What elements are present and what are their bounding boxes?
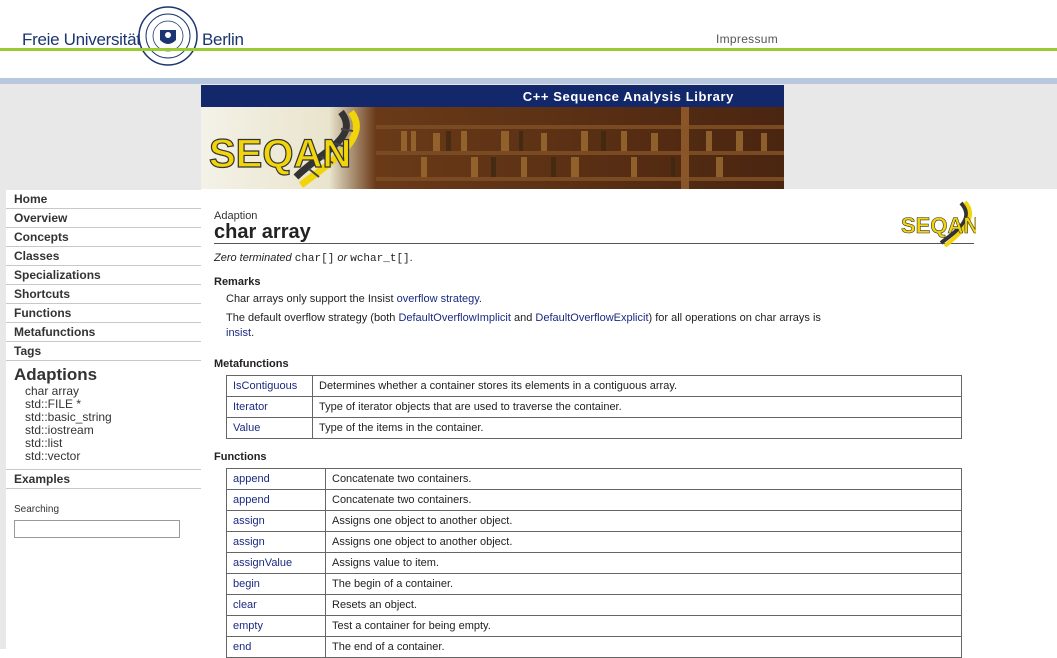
summary-code1: char[] xyxy=(294,253,335,265)
banner-image: SEQAN xyxy=(201,107,784,189)
overflow-strategy-link[interactable]: overflow strategy xyxy=(397,293,479,305)
function-name[interactable]: end xyxy=(226,636,326,658)
seqan-banner: C++ Sequence Analysis Library SEQAN xyxy=(201,85,784,189)
seqan-logo-text: SEQAN xyxy=(209,132,351,176)
function-description: Test a container for being empty. xyxy=(325,615,962,637)
summary-part2: or xyxy=(337,252,348,264)
remarks-line2-text: The default overflow strategy (both xyxy=(226,312,396,324)
nav-heading-adaptions[interactable]: Adaptions xyxy=(6,361,201,385)
table-row: assign Assigns one object to another obje… xyxy=(226,531,962,553)
search-input[interactable] xyxy=(14,520,180,538)
table-row: clear Resets an object. xyxy=(226,594,962,616)
function-name[interactable]: assignValue xyxy=(226,552,326,574)
search-label: Searching xyxy=(14,504,60,515)
bookshelf-image-icon: SEQAN xyxy=(201,107,784,189)
summary-text: Zero terminated char[] or wchar_t[]. xyxy=(214,252,413,265)
function-name[interactable]: assign xyxy=(226,531,326,553)
table-row: append Concatenate two containers. xyxy=(226,489,962,511)
function-name[interactable]: append xyxy=(226,468,326,490)
functions-heading: Functions xyxy=(214,451,267,463)
impressum-link[interactable]: Impressum xyxy=(716,32,778,46)
nav-item-shortcuts[interactable]: Shortcuts xyxy=(6,285,201,304)
page-title: char array xyxy=(214,221,311,243)
function-description: Concatenate two containers. xyxy=(325,489,962,511)
header-green-line xyxy=(0,48,1057,51)
metafunction-name[interactable]: IsContiguous xyxy=(226,375,313,397)
nav-item-functions[interactable]: Functions xyxy=(6,304,201,323)
nav-item-specializations[interactable]: Specializations xyxy=(6,266,201,285)
table-row: assign Assigns one object to another obje… xyxy=(226,510,962,532)
nav-item-concepts[interactable]: Concepts xyxy=(6,228,201,247)
table-row: end The end of a container. xyxy=(226,636,962,658)
nav-item-tags[interactable]: Tags xyxy=(6,342,201,361)
title-underline xyxy=(214,243,974,244)
metafunction-name[interactable]: Value xyxy=(226,417,313,439)
default-overflow-implicit-link[interactable]: DefaultOverflowImplicit xyxy=(398,312,510,324)
seqan-logo-icon: SEQAN xyxy=(901,200,976,247)
table-row: IsContiguous Determines whether a contai… xyxy=(226,375,962,397)
function-description: Resets an object. xyxy=(325,594,962,616)
function-name[interactable]: empty xyxy=(226,615,326,637)
nav-item-classes[interactable]: Classes xyxy=(6,247,201,266)
function-description: Assigns one object to another object. xyxy=(325,531,962,553)
nav-item-examples[interactable]: Examples xyxy=(6,470,201,489)
nav-item-metafunctions[interactable]: Metafunctions xyxy=(6,323,201,342)
default-overflow-explicit-link[interactable]: DefaultOverflowExplicit xyxy=(535,312,648,324)
function-description: The end of a container. xyxy=(325,636,962,658)
metafunction-description: Type of the items in the container. xyxy=(312,417,962,439)
insist-link[interactable]: insist xyxy=(226,327,251,339)
remarks-line1-text: Char arrays only support the Insist xyxy=(226,293,394,305)
metafunction-description: Determines whether a container stores it… xyxy=(312,375,962,397)
remarks-line-2: The default overflow strategy (both Defa… xyxy=(226,311,966,341)
nav-divider xyxy=(6,463,201,470)
remarks-line2-end: ) for all operations on char arrays is xyxy=(648,312,821,324)
metafunctions-heading: Metafunctions xyxy=(214,358,289,370)
site-header: Freie Universität Berlin Impressum xyxy=(0,0,1057,78)
summary-code2: wchar_t[] xyxy=(350,253,410,265)
function-description: The begin of a container. xyxy=(325,573,962,595)
function-description: Assigns one object to another object. xyxy=(325,510,962,532)
function-name[interactable]: append xyxy=(226,489,326,511)
table-row: begin The begin of a container. xyxy=(226,573,962,595)
university-name-right: Berlin xyxy=(202,30,244,49)
function-name[interactable]: assign xyxy=(226,510,326,532)
table-row: empty Test a container for being empty. xyxy=(226,615,962,637)
function-description: Concatenate two containers. xyxy=(325,468,962,490)
metafunction-name[interactable]: Iterator xyxy=(226,396,313,418)
functions-table: append Concatenate two containers. append… xyxy=(226,468,962,658)
remarks-line-1: Char arrays only support the Insist over… xyxy=(226,292,966,307)
banner-title: C++ Sequence Analysis Library xyxy=(522,89,734,104)
banner-title-bar: C++ Sequence Analysis Library xyxy=(201,85,784,107)
remarks-line2-mid: and xyxy=(513,312,533,324)
summary-part1: Zero terminated xyxy=(214,252,292,264)
remarks-line1-end: . xyxy=(478,293,482,305)
function-description: Assigns value to item. xyxy=(325,552,962,574)
function-name[interactable]: clear xyxy=(226,594,326,616)
main-content: Adaption char array SEQAN Zero terminate… xyxy=(201,189,1057,658)
seqan-small-logo-text: SEQAN xyxy=(901,213,976,238)
table-row: append Concatenate two containers. xyxy=(226,468,962,490)
table-row: Value Type of the items in the container… xyxy=(226,417,962,439)
nav-item-overview[interactable]: Overview xyxy=(6,209,201,228)
metafunction-description: Type of iterator objects that are used t… xyxy=(312,396,962,418)
table-row: assignValue Assigns value to item. xyxy=(226,552,962,574)
nav-item-home[interactable]: Home xyxy=(6,190,201,209)
remarks-line2-dot: . xyxy=(251,327,255,339)
sidebar-nav: Home Overview Concepts Classes Specializ… xyxy=(6,190,201,649)
table-row: Iterator Type of iterator objects that a… xyxy=(226,396,962,418)
university-name-left: Freie Universität xyxy=(22,30,141,49)
nav-subitem-std-vector[interactable]: std::vector xyxy=(6,450,201,463)
university-seal-icon[interactable] xyxy=(138,6,198,66)
function-name[interactable]: begin xyxy=(226,573,326,595)
summary-part3: . xyxy=(409,252,413,264)
remarks-heading: Remarks xyxy=(214,276,261,288)
metafunctions-table: IsContiguous Determines whether a contai… xyxy=(226,375,962,439)
